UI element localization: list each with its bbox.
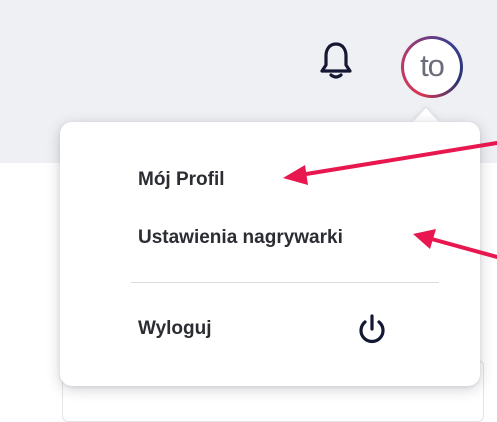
menu-divider bbox=[131, 282, 439, 283]
menu-item-recorder-settings[interactable]: Ustawienia nagrywarki bbox=[138, 227, 343, 249]
user-menu bbox=[60, 122, 480, 386]
power-icon[interactable] bbox=[355, 313, 389, 347]
user-avatar[interactable]: to bbox=[401, 36, 463, 98]
menu-item-logout[interactable]: Wyloguj bbox=[138, 318, 212, 340]
menu-item-my-profile[interactable]: Mój Profil bbox=[138, 169, 225, 191]
bell-icon[interactable] bbox=[318, 40, 354, 82]
menu-caret bbox=[412, 108, 440, 123]
avatar-initials: to bbox=[404, 39, 460, 95]
